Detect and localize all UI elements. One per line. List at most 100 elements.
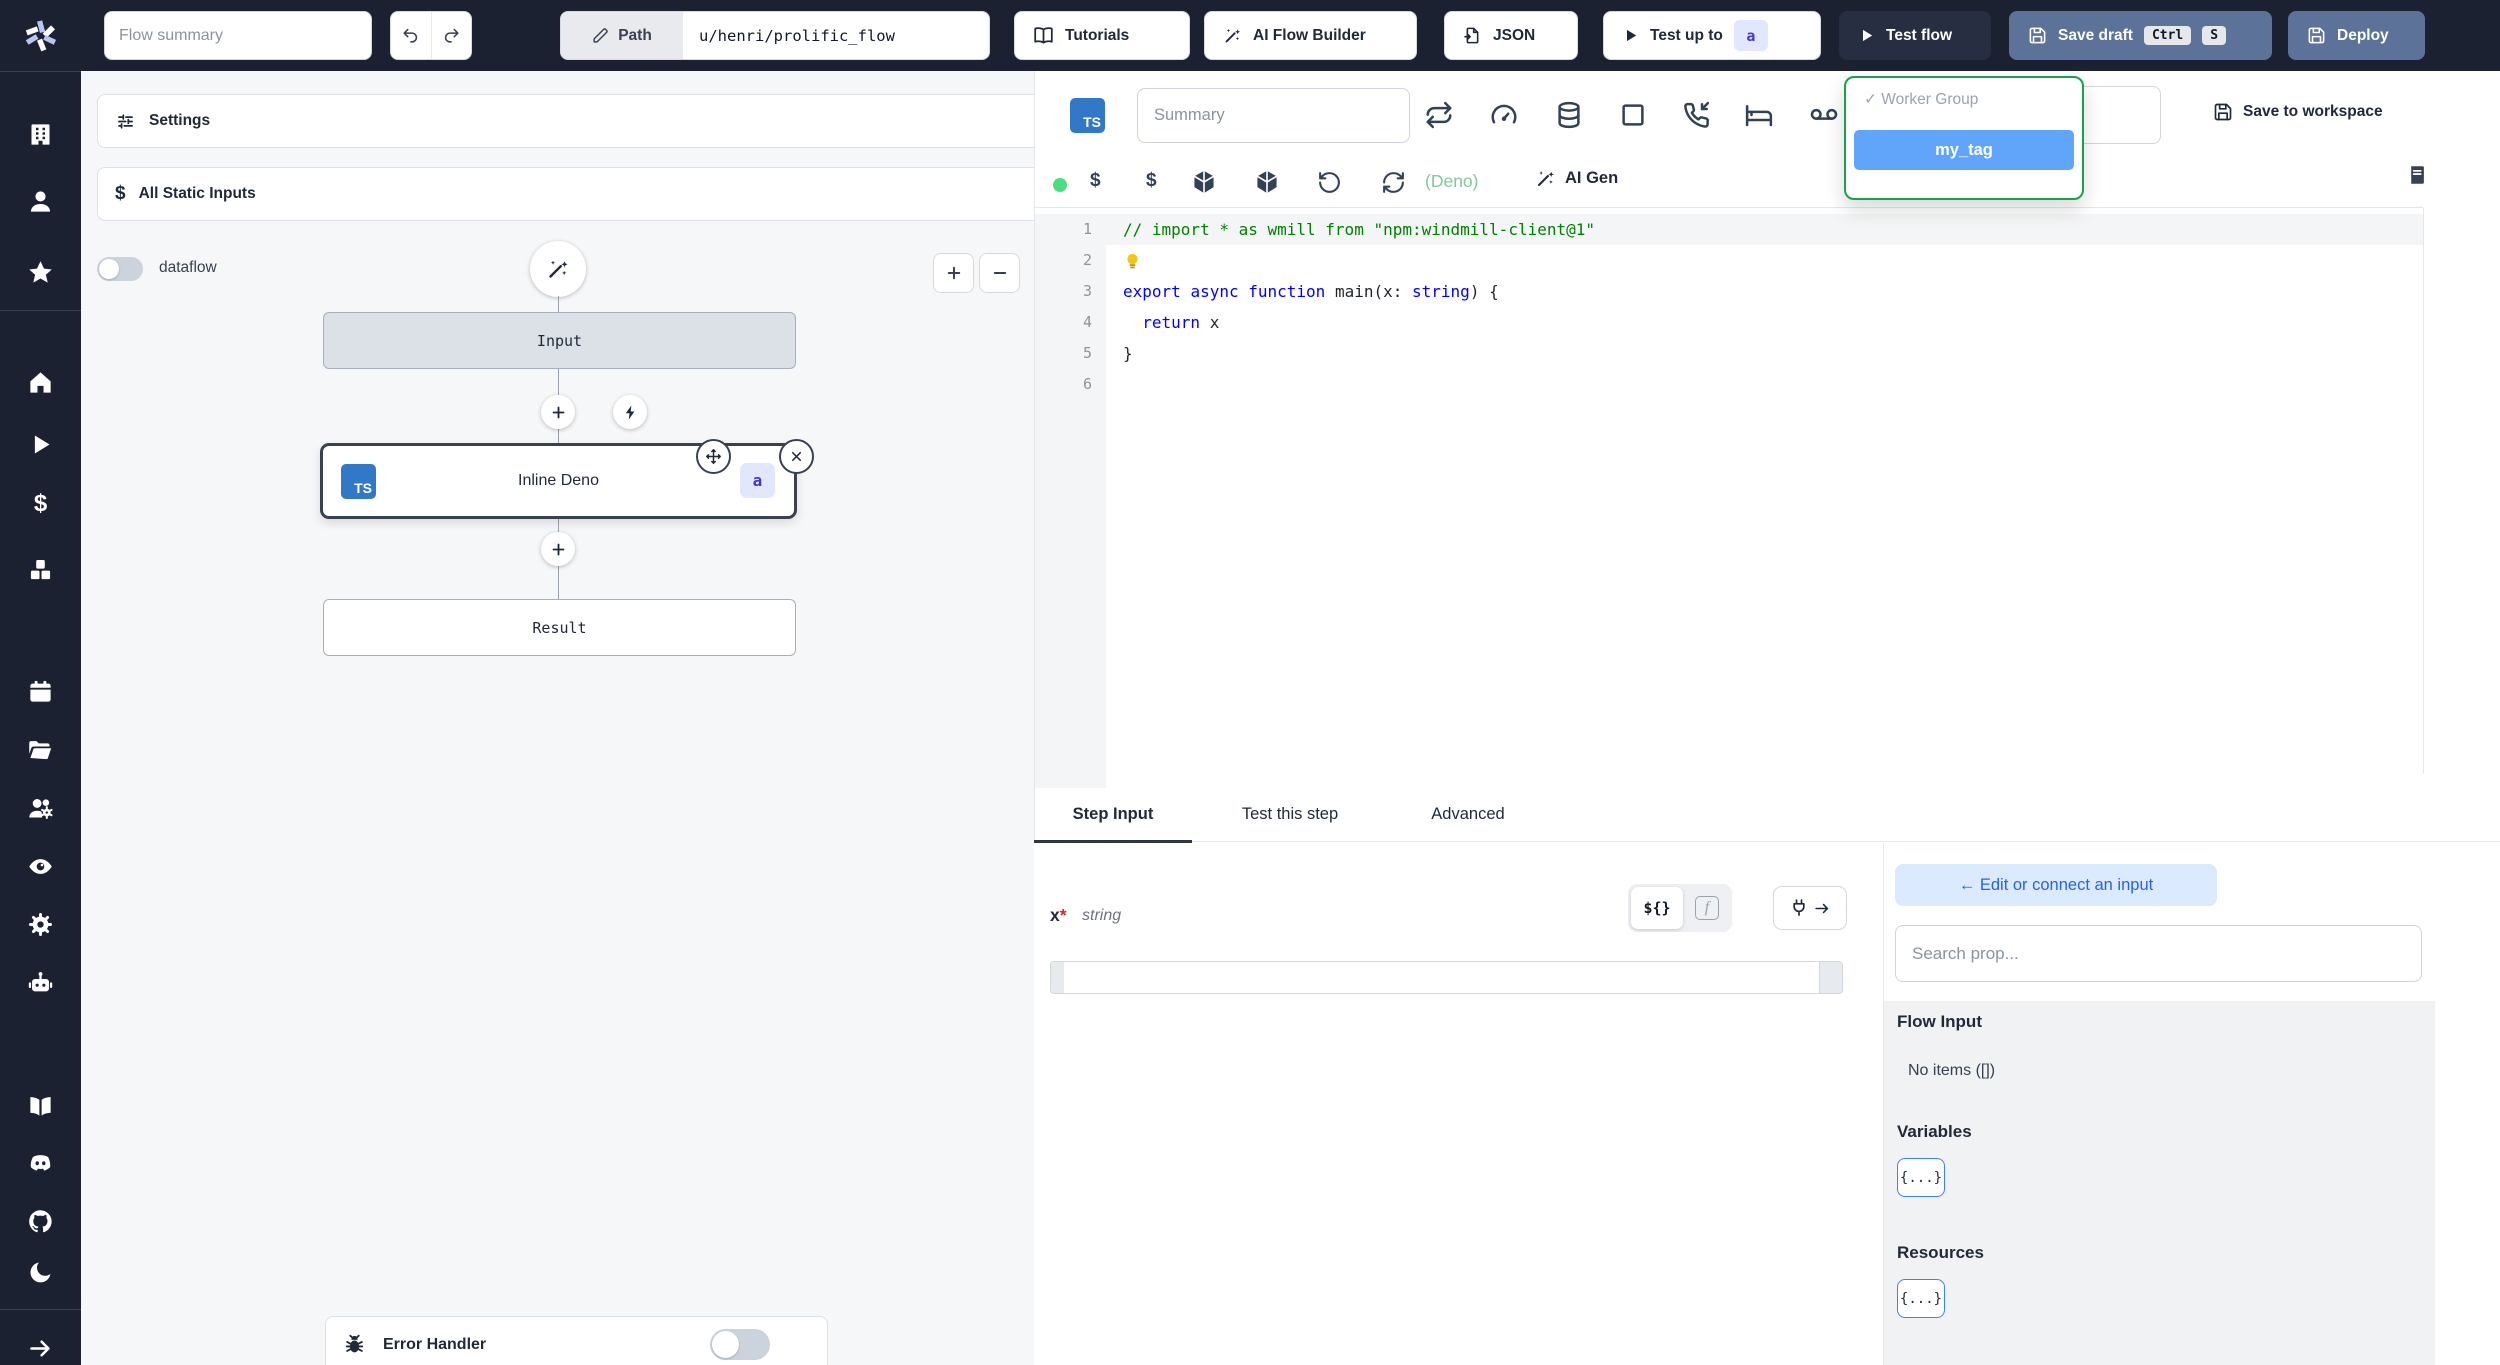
- variables-dollar-icon[interactable]: $: [27, 490, 54, 518]
- function-mode-button[interactable]: f: [1687, 887, 1727, 929]
- test-flow-button[interactable]: Test flow: [1839, 11, 1991, 60]
- redo-button[interactable]: [432, 12, 472, 59]
- plug-icon: [1789, 898, 1809, 918]
- path-value[interactable]: u/henri/prolific_flow: [683, 12, 989, 59]
- resources-blocks-icon[interactable]: [27, 556, 54, 583]
- audit-eye-icon[interactable]: [27, 853, 54, 880]
- save-draft-button[interactable]: Save draft Ctrl S: [2009, 11, 2272, 60]
- settings-label: Settings: [149, 112, 211, 129]
- variable-picker-dollar-icon[interactable]: $: [1090, 170, 1101, 192]
- variables-title: Variables: [1897, 1122, 1972, 1141]
- flow-input-title: Flow Input: [1897, 1012, 1982, 1031]
- undo-button[interactable]: [391, 12, 432, 59]
- mock-voicemail-icon[interactable]: [1809, 100, 1839, 130]
- error-handler-card[interactable]: Error Handler: [325, 1316, 828, 1365]
- connect-input-button[interactable]: [1773, 886, 1847, 930]
- move-step-button[interactable]: [696, 439, 731, 474]
- bottom-tab-bar: Step Input Test this step Advanced: [1034, 788, 2500, 843]
- lightbulb-icon[interactable]: [1123, 252, 1142, 273]
- add-step-button[interactable]: [541, 532, 575, 566]
- expand-sidebar-arrow-icon[interactable]: [27, 1335, 54, 1362]
- worker-group-dropdown: ✓ Worker Group my_tag: [1844, 76, 2084, 200]
- cache-database-icon[interactable]: [1554, 100, 1584, 130]
- workers-bot-icon[interactable]: [27, 970, 54, 997]
- path-edit-button[interactable]: Path: [561, 12, 683, 59]
- topbar: Path u/henri/prolific_flow Tutorials AI …: [0, 0, 2500, 71]
- save-draft-label: Save draft: [2058, 26, 2133, 44]
- tab-advanced[interactable]: Advanced: [1388, 788, 1548, 840]
- tab-test-this-step[interactable]: Test this step: [1192, 788, 1388, 840]
- json-button[interactable]: JSON: [1444, 11, 1578, 60]
- resources-chip[interactable]: {...}: [1897, 1279, 1945, 1318]
- workspace-icon[interactable]: [27, 121, 54, 148]
- required-asterisk: *: [1059, 905, 1067, 925]
- ai-flow-builder-button[interactable]: AI Flow Builder: [1204, 11, 1417, 60]
- ts-language-badge: TS: [1070, 98, 1105, 133]
- reset-code-icon[interactable]: [1317, 170, 1342, 195]
- reload-icon[interactable]: [1381, 170, 1406, 195]
- zoom-in-button[interactable]: [933, 253, 974, 293]
- save-to-workspace-button[interactable]: Save to workspace: [2207, 101, 2389, 123]
- early-stop-square-icon[interactable]: [1618, 100, 1648, 130]
- runs-icon[interactable]: [27, 431, 54, 458]
- worker-group-selected-tag[interactable]: my_tag: [1854, 130, 2074, 170]
- runtime-label[interactable]: (Deno): [1425, 171, 1479, 192]
- ai-flow-builder-label: AI Flow Builder: [1253, 26, 1366, 44]
- flow-summary-input[interactable]: [104, 11, 372, 60]
- worker-group-option[interactable]: ✓ Worker Group: [1846, 78, 2082, 109]
- sleep-bed-icon[interactable]: [1744, 100, 1774, 130]
- delete-step-button[interactable]: [779, 439, 814, 474]
- zoom-out-button[interactable]: [979, 253, 1020, 293]
- ai-gen-label: AI Gen: [1565, 169, 1619, 187]
- ai-wand-button[interactable]: [530, 241, 586, 297]
- settings-gear-icon[interactable]: [27, 911, 54, 938]
- package-icon[interactable]: [1253, 168, 1281, 196]
- windmill-logo[interactable]: [0, 0, 81, 71]
- input-value[interactable]: [1064, 962, 1819, 993]
- dark-mode-moon-icon[interactable]: [27, 1259, 54, 1286]
- docs-book-icon[interactable]: [27, 1092, 54, 1119]
- github-icon[interactable]: [27, 1208, 54, 1235]
- field-value-input[interactable]: [1050, 961, 1843, 994]
- test-up-to-button[interactable]: Test up to a: [1603, 11, 1821, 60]
- ai-gen-button[interactable]: AI Gen: [1529, 167, 1624, 190]
- play-icon: [1622, 27, 1639, 44]
- suspend-phone-icon[interactable]: [1681, 100, 1711, 130]
- retries-icon[interactable]: [1424, 100, 1454, 130]
- user-icon[interactable]: [27, 188, 54, 215]
- book-icon: [1033, 25, 1054, 46]
- variables-chip[interactable]: {...}: [1897, 1158, 1945, 1197]
- plus-icon: [945, 264, 963, 282]
- flow-input-node[interactable]: Input: [323, 312, 796, 369]
- edit-or-connect-button[interactable]: ← Edit or connect an input: [1895, 864, 2217, 906]
- tutorials-button[interactable]: Tutorials: [1014, 11, 1190, 60]
- favorites-star-icon[interactable]: [27, 259, 54, 286]
- folders-icon[interactable]: [27, 736, 54, 763]
- home-icon[interactable]: [27, 369, 54, 396]
- flow-settings-card[interactable]: Settings: [97, 94, 1054, 148]
- package-icon[interactable]: [1190, 168, 1218, 196]
- prop-picker-area: Flow Input No items ([]) Variables {...}…: [1884, 1001, 2435, 1365]
- code-content[interactable]: // import * as wmill from "npm:windmill-…: [1123, 214, 2423, 400]
- error-handler-toggle[interactable]: [710, 1329, 770, 1360]
- tab-step-input[interactable]: Step Input: [1034, 788, 1192, 843]
- flow-result-node[interactable]: Result: [323, 599, 796, 656]
- resource-picker-dollar-icon[interactable]: $: [1146, 170, 1157, 192]
- library-book-icon[interactable]: [2406, 163, 2428, 187]
- dataflow-toggle[interactable]: [97, 257, 143, 281]
- all-static-inputs-label: All Static Inputs: [138, 185, 256, 202]
- arrow-right-icon: [1814, 900, 1831, 917]
- deploy-button[interactable]: Deploy: [2288, 11, 2425, 60]
- add-trigger-button[interactable]: [613, 395, 647, 429]
- all-static-inputs-card[interactable]: $ All Static Inputs: [97, 167, 1054, 221]
- template-mode-button[interactable]: ${}: [1631, 887, 1683, 929]
- code-editor[interactable]: 123456 // import * as wmill from "npm:wi…: [1035, 208, 2424, 788]
- save-icon: [2307, 26, 2326, 45]
- concurrency-gauge-icon[interactable]: [1489, 100, 1519, 130]
- groups-icon[interactable]: [27, 795, 54, 822]
- schedules-calendar-icon[interactable]: [27, 678, 54, 705]
- step-summary-input[interactable]: [1137, 88, 1410, 143]
- discord-icon[interactable]: [27, 1150, 54, 1177]
- search-prop-input[interactable]: [1895, 925, 2422, 982]
- add-step-button[interactable]: [541, 395, 575, 429]
